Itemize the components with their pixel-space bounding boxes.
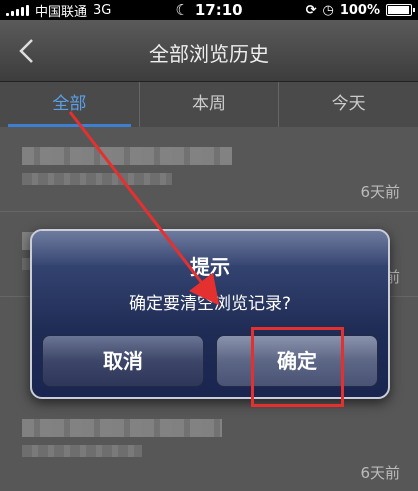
tab-today[interactable]: 今天 [279,82,418,127]
battery-percent: 100% [339,2,380,18]
carrier-label: 中国联通 [35,4,88,20]
rotation-lock-icon: ⟳ [305,2,317,18]
dialog-title: 提示 [190,255,230,279]
alarm-icon: ◷ [322,2,334,18]
list-item[interactable]: 6天前 [0,397,418,491]
cancel-button[interactable]: 取消 [42,335,204,387]
tab-bar: 全部 本周 今天 [0,82,418,127]
battery-icon [386,4,415,16]
item-time: 6天前 [360,183,400,201]
navigation-bar: 全部浏览历史 [0,20,418,82]
signal-icon [6,4,29,16]
item-title [22,147,232,165]
item-url [22,445,142,457]
highlight-box [251,327,344,407]
status-bar: 中国联通 3G ☾ 17:10 ⟳ ◷ 100% [0,0,418,20]
item-url [22,173,172,185]
tab-this-week[interactable]: 本周 [140,82,280,127]
page-title: 全部浏览历史 [149,42,269,66]
dialog-message: 确定要清空浏览记录? [128,294,292,314]
list-item[interactable]: 6天前 [0,127,418,212]
clock: 17:10 [194,1,243,19]
moon-icon: ☾ [175,1,189,19]
tab-all[interactable]: 全部 [0,82,140,127]
item-time: 6天前 [360,464,400,482]
network-label: 3G [93,2,112,18]
item-title [22,419,222,437]
